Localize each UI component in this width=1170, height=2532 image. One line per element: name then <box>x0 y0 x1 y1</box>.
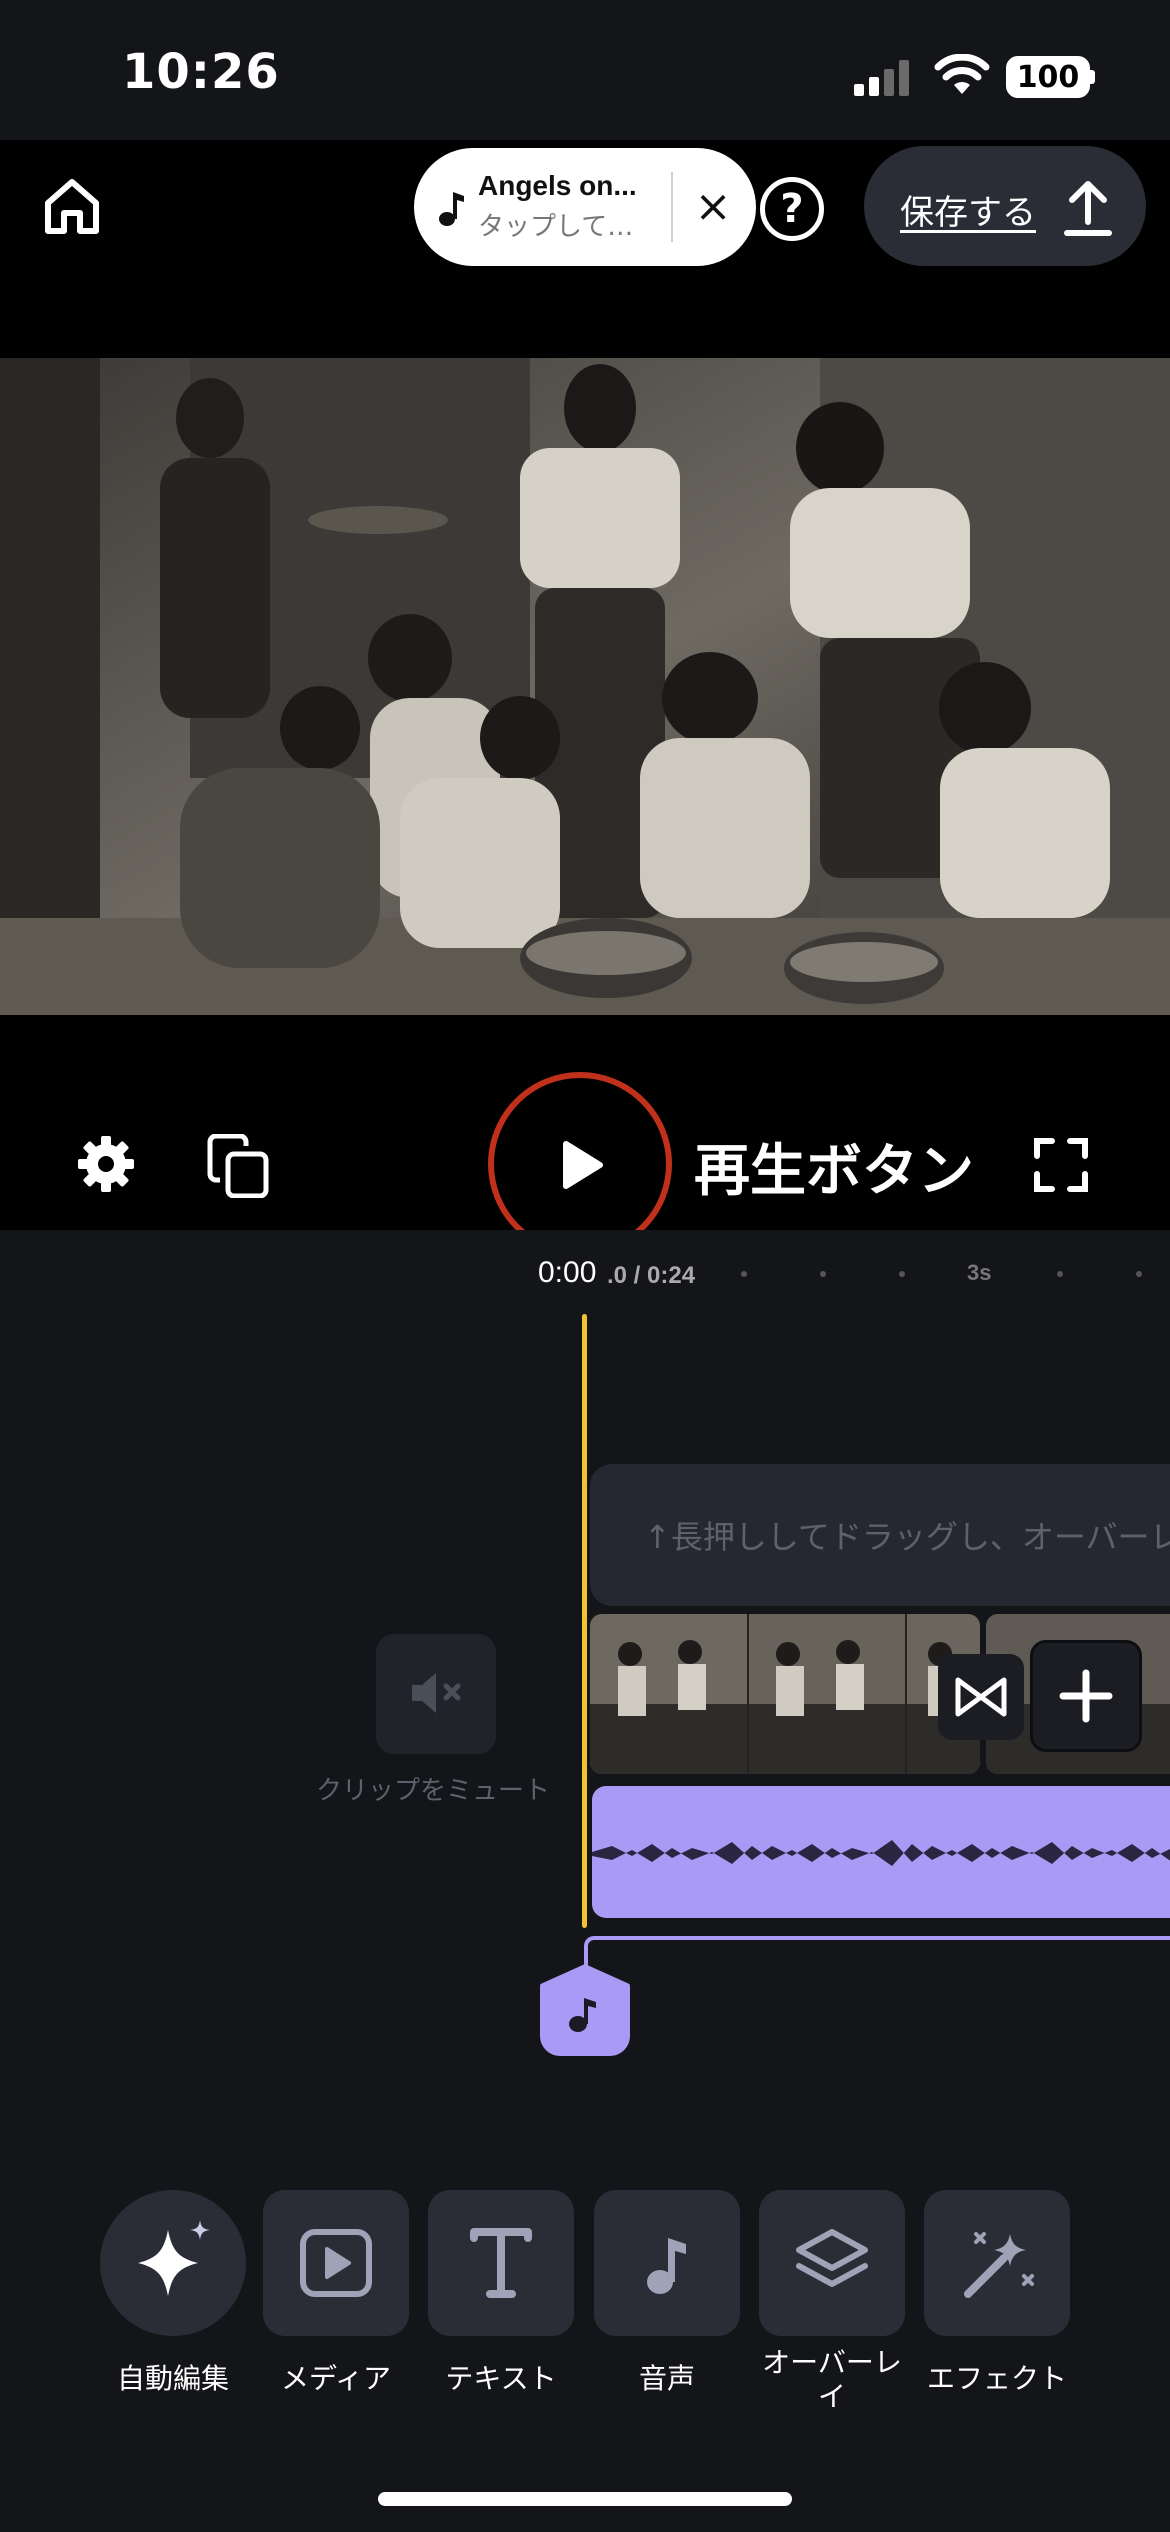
tick-dot <box>1057 1271 1063 1277</box>
music-note-icon <box>566 1990 602 2038</box>
home-indicator[interactable] <box>378 2492 792 2506</box>
play-icon <box>560 1140 604 1194</box>
magic-wand-icon <box>964 2232 1034 2298</box>
tick-dot <box>820 1271 826 1277</box>
battery-cap <box>1090 70 1095 84</box>
fullscreen-icon[interactable] <box>1034 1138 1088 1196</box>
pill-divider <box>671 172 673 242</box>
wifi-icon <box>934 53 990 100</box>
current-time: 0:00 <box>538 1256 597 1289</box>
sparkle-icon <box>138 2220 210 2296</box>
transition-button[interactable] <box>938 1654 1024 1740</box>
tool-label-overlay: オーバーレイ <box>762 2346 902 2413</box>
media-play-icon <box>300 2229 372 2297</box>
music-subtitle: タップして… <box>478 212 634 242</box>
effect-button[interactable] <box>924 2190 1070 2336</box>
audio-button[interactable] <box>594 2190 740 2336</box>
play-caption: 再生ボタン <box>694 1139 974 1204</box>
audio-connector <box>584 1936 1170 1976</box>
audio-track[interactable] <box>592 1786 1170 1918</box>
save-label: 保存する <box>900 193 1036 233</box>
battery-level: 100 <box>1016 59 1080 95</box>
playhead[interactable] <box>582 1314 587 1928</box>
tool-label-media: メディア <box>280 2362 392 2395</box>
tool-label-text: テキスト <box>445 2362 557 2395</box>
media-button[interactable] <box>263 2190 409 2336</box>
music-note-icon <box>438 188 466 232</box>
status-time: 10:26 <box>122 44 280 100</box>
preview-image[interactable] <box>0 358 1170 1015</box>
tick-label: 3s <box>967 1260 992 1285</box>
help-button[interactable]: ? <box>760 177 824 241</box>
close-icon[interactable]: × <box>686 180 740 234</box>
auto-edit-button[interactable] <box>100 2190 246 2336</box>
music-note-icon <box>647 2238 686 2294</box>
time-total: .0 / 0:24 <box>607 1262 696 1289</box>
mute-label: クリップをミュート <box>316 1776 551 1806</box>
copy-icon[interactable] <box>206 1133 270 1202</box>
gear-icon[interactable] <box>76 1134 136 1198</box>
battery-icon: 100 <box>1006 56 1090 98</box>
overlay-hint: ↑長押ししてドラッグし、オーバーレ <box>644 1518 1170 1556</box>
text-button[interactable] <box>428 2190 574 2336</box>
tick-dot <box>899 1271 905 1277</box>
add-clip-button[interactable] <box>1030 1640 1142 1752</box>
video-clip[interactable] <box>590 1614 980 1774</box>
mute-icon <box>408 1670 466 1720</box>
overlay-button[interactable] <box>759 2190 905 2336</box>
tool-label-auto-edit: 自動編集 <box>116 2362 229 2395</box>
home-icon[interactable] <box>40 175 104 239</box>
signal-icon <box>852 60 912 100</box>
upload-icon <box>1060 178 1116 242</box>
tick-dot <box>1136 1271 1142 1277</box>
tick-dot <box>741 1271 747 1277</box>
tool-label-audio: 音声 <box>638 2362 695 2395</box>
tool-label-effect: エフェクト <box>926 2362 1067 2395</box>
text-icon <box>470 2228 532 2298</box>
layers-icon <box>796 2229 868 2287</box>
music-title: Angels on... <box>478 170 637 201</box>
